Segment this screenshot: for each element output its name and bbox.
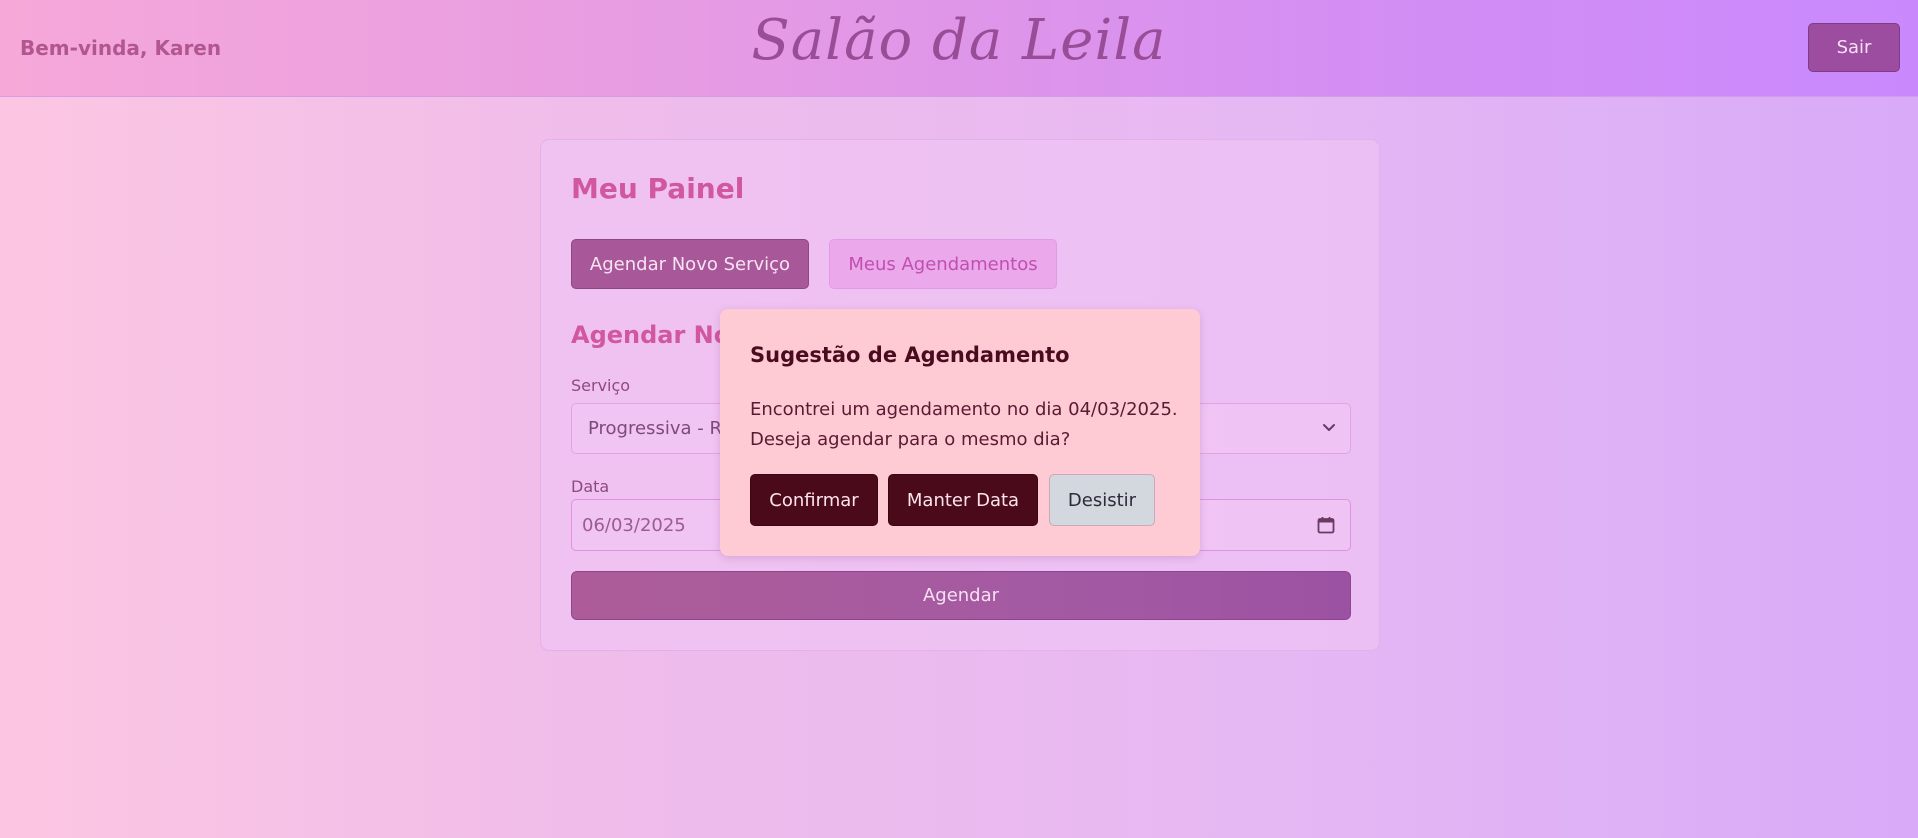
cancel-button[interactable]: Desistir: [1049, 474, 1155, 526]
suggestion-dialog: Sugestão de Agendamento Encontrei um age…: [720, 309, 1200, 556]
keep-date-button[interactable]: Manter Data: [888, 474, 1038, 526]
logout-button[interactable]: Sair: [1808, 23, 1900, 72]
header: Bem-vinda, Karen Salão da Leila Sair: [0, 0, 1918, 97]
dialog-title: Sugestão de Agendamento: [750, 343, 1070, 367]
schedule-button[interactable]: Agendar: [571, 571, 1351, 620]
confirm-button[interactable]: Confirmar: [750, 474, 878, 526]
service-select-value: Progressiva - R$: [588, 418, 734, 439]
tab-new-service[interactable]: Agendar Novo Serviço: [571, 239, 809, 289]
dialog-message: Encontrei um agendamento no dia 04/03/20…: [750, 399, 1178, 450]
chevron-down-icon: [1318, 416, 1340, 442]
tab-my-appointments[interactable]: Meus Agendamentos: [829, 239, 1057, 289]
date-label: Data: [571, 477, 610, 496]
date-input-value: 06/03/2025: [582, 515, 686, 536]
service-label: Serviço: [571, 376, 631, 395]
page-title: Meu Painel: [571, 172, 745, 205]
calendar-icon[interactable]: [1316, 515, 1336, 539]
brand-logo: Salão da Leila: [751, 8, 1167, 73]
